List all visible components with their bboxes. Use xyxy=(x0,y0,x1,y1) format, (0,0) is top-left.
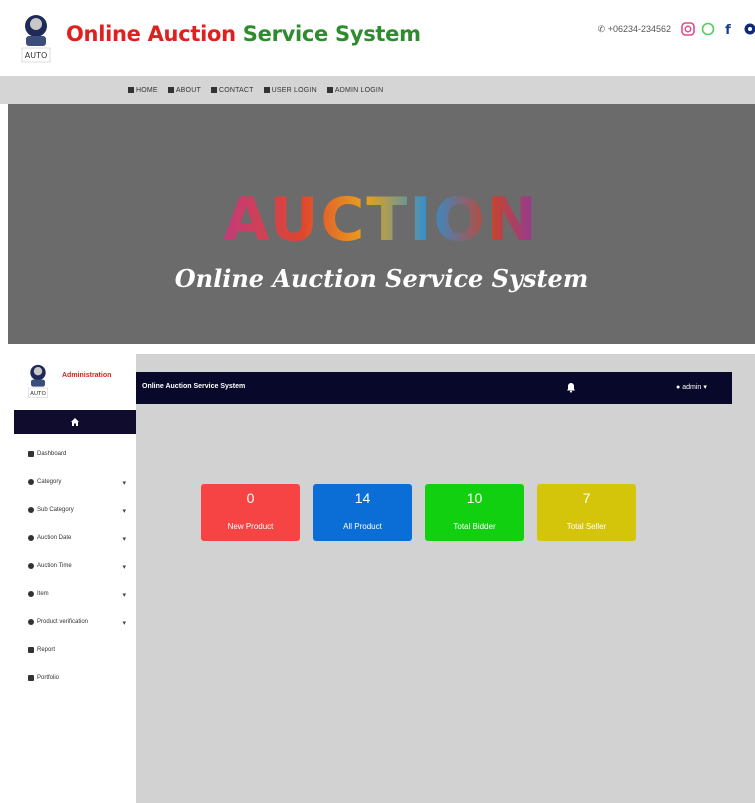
stat-label: Total Bidder xyxy=(453,522,496,531)
sidebar-item-label: Item xyxy=(37,591,49,597)
hero-art: AUCTION xyxy=(223,185,539,255)
sidebar-item-sub-category[interactable]: Sub Category ▾ xyxy=(14,496,136,524)
instagram-icon[interactable] xyxy=(681,22,695,36)
sidebar-item-item[interactable]: Item ▾ xyxy=(14,580,136,608)
admin-sidebar: AUTO Administration Dashboard Category ▾ xyxy=(14,352,136,803)
stat-value: 10 xyxy=(466,490,483,506)
stat-cards: 0 New Product 14 All Product 10 Total Bi… xyxy=(201,484,636,541)
site-logo[interactable]: AUTO xyxy=(16,12,56,64)
home-icon xyxy=(128,87,134,93)
chevron-down-icon: ▾ xyxy=(122,592,126,599)
stat-card-new-product[interactable]: 0 New Product xyxy=(201,484,300,541)
contact-bar: ✆ +06234-234562 f xyxy=(598,18,755,40)
sidebar-item-auction-date[interactable]: Auction Date ▾ xyxy=(14,524,136,552)
page: AUTO Online Auction Service System ✆ +06… xyxy=(0,0,755,803)
admin-logo-text: AUTO xyxy=(30,391,46,397)
sidebar-item-label: Portfolio xyxy=(37,675,60,681)
chevron-down-icon: ▾ xyxy=(122,536,126,543)
topbar-title: Online Auction Service System xyxy=(142,383,246,390)
user-icon xyxy=(326,87,333,93)
admin-topbar: Online Auction Service System ● admin ▾ xyxy=(136,372,732,404)
sidebar-item-portfolio[interactable]: Portfolio xyxy=(14,664,136,692)
chevron-down-icon: ▾ xyxy=(122,620,126,627)
whatsapp-icon[interactable] xyxy=(701,22,715,36)
sidebar-menu: Dashboard Category ▾ Sub Category ▾ Auct… xyxy=(14,440,136,692)
dashboard-icon xyxy=(28,451,34,457)
sidebar-home-button[interactable] xyxy=(14,410,136,434)
stat-label: Total Seller xyxy=(566,522,607,531)
stat-label: All Product xyxy=(343,522,382,531)
admin-dashboard: AUTO Administration Dashboard Category ▾ xyxy=(0,352,755,803)
chevron-down-icon: ▾ xyxy=(703,384,707,391)
folder-icon xyxy=(28,647,34,653)
stat-label: New Product xyxy=(227,522,274,531)
sidebar-item-product-verification[interactable]: Product verification ▾ xyxy=(14,608,136,636)
phone-icon xyxy=(210,87,217,93)
chevron-down-icon: ▾ xyxy=(122,564,126,571)
site-title-part1: Online Auction xyxy=(66,22,236,46)
user-menu-label: admin xyxy=(682,383,702,391)
hero-banner: AUCTION Online Auction Service System xyxy=(8,104,755,344)
stat-card-total-bidder[interactable]: 10 Total Bidder xyxy=(425,484,524,541)
gear-icon xyxy=(28,563,34,569)
sidebar-item-report[interactable]: Report xyxy=(14,636,136,664)
sidebar-item-label: Dashboard xyxy=(37,451,67,457)
hero-subtitle: Online Auction Service System xyxy=(174,264,589,293)
sidebar-item-label: Category xyxy=(37,479,62,485)
phone-number: ✆ +06234-234562 xyxy=(598,24,671,35)
nav-about-label: ABOUT xyxy=(175,86,201,94)
nav-admin-login-label: ADMIN LOGIN xyxy=(334,86,384,94)
chevron-down-icon: ▾ xyxy=(122,480,126,487)
phone-icon: ✆ xyxy=(597,23,606,34)
sidebar-item-auction-time[interactable]: Auction Time ▾ xyxy=(14,552,136,580)
folder-icon xyxy=(28,675,34,681)
circle-icon[interactable] xyxy=(741,22,755,36)
nav-home[interactable]: HOME xyxy=(128,87,158,94)
nav-user-login-label: USER LOGIN xyxy=(271,86,317,94)
sidebar-admin-label: Administration xyxy=(62,372,112,379)
nav-contact-label: CONTACT xyxy=(218,86,254,94)
nav-home-label: HOME xyxy=(136,86,158,94)
bell-icon[interactable] xyxy=(566,382,576,393)
admin-main: Online Auction Service System ● admin ▾ … xyxy=(136,354,755,803)
facebook-icon[interactable]: f xyxy=(721,22,735,36)
user-menu[interactable]: ● admin ▾ xyxy=(676,383,707,392)
stat-value: 0 xyxy=(246,490,255,506)
home-icon xyxy=(71,418,79,426)
admin-logo[interactable]: AUTO xyxy=(24,362,52,400)
sidebar-item-label: Auction Time xyxy=(37,563,72,569)
user-icon xyxy=(263,87,270,93)
sidebar-item-label: Sub Category xyxy=(37,507,74,513)
sidebar-item-category[interactable]: Category ▾ xyxy=(14,468,136,496)
gear-icon xyxy=(28,479,34,485)
stat-value: 7 xyxy=(582,490,591,506)
stat-card-total-seller[interactable]: 7 Total Seller xyxy=(537,484,636,541)
info-icon xyxy=(167,87,174,93)
phone-text: +06234-234562 xyxy=(607,23,671,34)
logo-text: AUTO xyxy=(25,51,48,60)
site-title-part2: Service System xyxy=(242,22,421,46)
gear-icon xyxy=(28,591,34,597)
hero-word: AUCTION xyxy=(223,185,539,255)
site-title: Online Auction Service System xyxy=(66,22,421,46)
sidebar-item-label: Report xyxy=(37,647,56,653)
gear-icon xyxy=(28,507,34,513)
nav-admin-login[interactable]: ADMIN LOGIN xyxy=(326,86,384,94)
svg-text:f: f xyxy=(725,23,731,36)
site-header: AUTO Online Auction Service System ✆ +06… xyxy=(0,0,755,76)
sidebar-item-label: Product verification xyxy=(37,619,89,625)
nav-about[interactable]: ABOUT xyxy=(167,86,201,94)
main-navbar: HOME ABOUT CONTACT USER LOGIN ADMIN LOGI… xyxy=(0,76,755,104)
nav-contact[interactable]: CONTACT xyxy=(210,86,254,94)
stat-value: 14 xyxy=(354,490,371,506)
sidebar-item-dashboard[interactable]: Dashboard xyxy=(14,440,136,468)
user-icon: ● xyxy=(676,383,681,391)
sidebar-item-label: Auction Date xyxy=(37,535,72,541)
gear-icon xyxy=(28,535,34,541)
stat-card-all-product[interactable]: 14 All Product xyxy=(313,484,412,541)
nav-user-login[interactable]: USER LOGIN xyxy=(263,86,317,94)
chevron-down-icon: ▾ xyxy=(122,508,126,515)
gear-icon xyxy=(28,619,34,625)
